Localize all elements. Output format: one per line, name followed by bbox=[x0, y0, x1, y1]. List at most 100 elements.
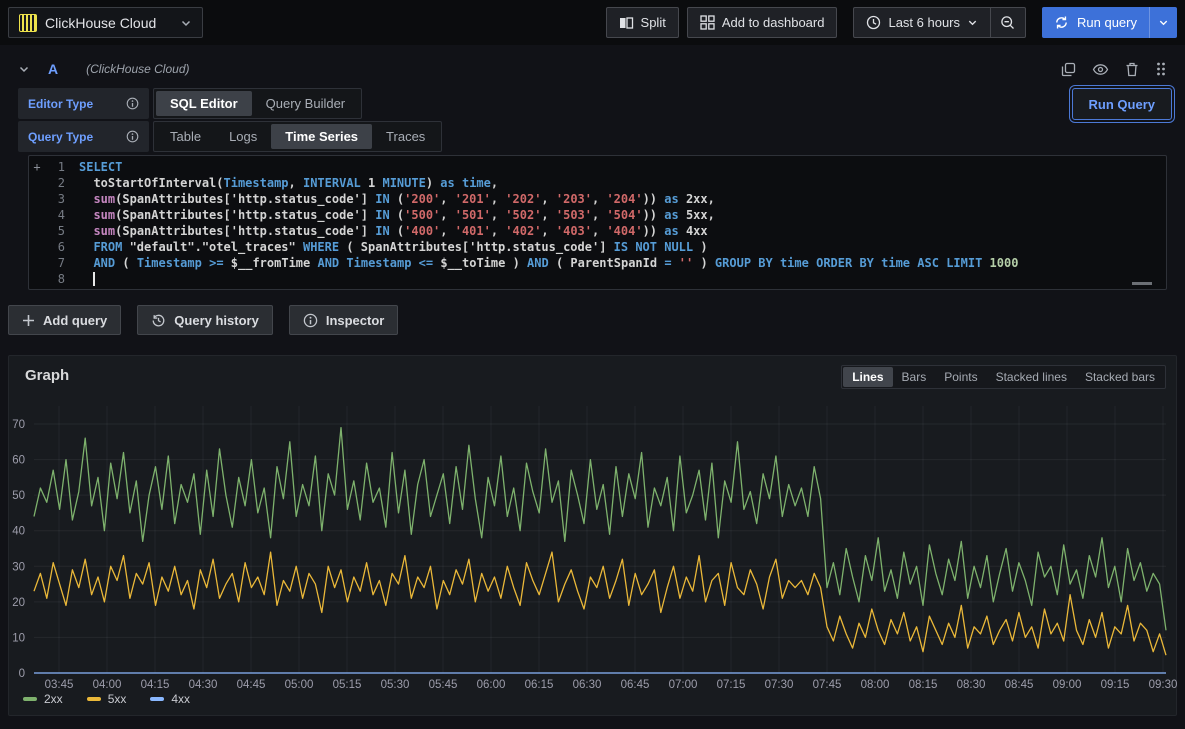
graph-legend: 2xx 5xx 4xx bbox=[23, 692, 190, 706]
svg-text:08:30: 08:30 bbox=[957, 679, 986, 691]
query-type-options: TableLogsTime SeriesTraces bbox=[153, 121, 442, 152]
graph-mode-points[interactable]: Points bbox=[935, 367, 986, 387]
svg-text:07:30: 07:30 bbox=[765, 679, 794, 691]
datasource-label: ClickHouse Cloud bbox=[45, 15, 172, 31]
series-line-5xx bbox=[34, 552, 1166, 655]
drag-handle[interactable] bbox=[1153, 59, 1169, 79]
sql-line: 7 AND ( Timestamp >= $__fromTime AND Tim… bbox=[29, 255, 1166, 271]
editor-type-options: SQL EditorQuery Builder bbox=[153, 88, 362, 119]
svg-text:06:45: 06:45 bbox=[621, 679, 650, 691]
query-ref-id[interactable]: A bbox=[48, 61, 58, 77]
split-button[interactable]: Split bbox=[606, 7, 679, 38]
split-icon bbox=[619, 16, 634, 30]
svg-text:09:30: 09:30 bbox=[1149, 679, 1178, 691]
hide-query-button[interactable] bbox=[1090, 60, 1111, 79]
chevron-down-icon bbox=[1158, 17, 1169, 28]
clickhouse-logo-icon bbox=[19, 14, 37, 32]
svg-text:06:30: 06:30 bbox=[573, 679, 602, 691]
info-icon bbox=[303, 313, 318, 328]
svg-text:04:45: 04:45 bbox=[237, 679, 266, 691]
legend-swatch bbox=[87, 697, 101, 701]
svg-text:03:45: 03:45 bbox=[45, 679, 74, 691]
line-number: 3 bbox=[45, 191, 65, 207]
svg-text:04:00: 04:00 bbox=[93, 679, 122, 691]
legend-label: 5xx bbox=[108, 692, 127, 706]
svg-text:04:30: 04:30 bbox=[189, 679, 218, 691]
editor-type-label: Editor Type bbox=[18, 88, 149, 119]
collapse-query-button[interactable] bbox=[8, 63, 38, 75]
legend-label: 4xx bbox=[171, 692, 190, 706]
svg-text:20: 20 bbox=[12, 597, 25, 609]
svg-text:05:15: 05:15 bbox=[333, 679, 362, 691]
query-history-label: Query history bbox=[174, 313, 259, 328]
line-number: 4 bbox=[45, 207, 65, 223]
svg-text:70: 70 bbox=[12, 419, 25, 431]
datasource-picker[interactable]: ClickHouse Cloud bbox=[8, 7, 203, 38]
top-toolbar: ClickHouse Cloud Split Add to dashboard … bbox=[0, 0, 1185, 45]
series-line-2xx bbox=[34, 428, 1166, 631]
plus-icon bbox=[22, 314, 35, 327]
line-number: 2 bbox=[45, 175, 65, 191]
run-query-dropdown-button[interactable] bbox=[1149, 7, 1177, 38]
time-range-picker[interactable]: Last 6 hours bbox=[853, 7, 991, 38]
sql-line: 2 toStartOfInterval(Timestamp, INTERVAL … bbox=[29, 175, 1166, 191]
svg-text:05:30: 05:30 bbox=[381, 679, 410, 691]
run-query-button[interactable]: Run query bbox=[1042, 7, 1149, 38]
info-icon[interactable] bbox=[126, 130, 139, 143]
add-line-icon[interactable]: + bbox=[29, 159, 45, 175]
graph-mode-bars[interactable]: Bars bbox=[893, 367, 936, 387]
editor-type-option-query-builder[interactable]: Query Builder bbox=[252, 91, 359, 116]
query-type-option-traces[interactable]: Traces bbox=[372, 124, 439, 149]
graph-canvas[interactable]: 03:4504:0004:1504:3004:4505:0005:1505:30… bbox=[9, 356, 1178, 717]
query-datasource-hint: (ClickHouse Cloud) bbox=[86, 62, 189, 76]
sql-editor[interactable]: +1SELECT2 toStartOfInterval(Timestamp, I… bbox=[28, 155, 1167, 290]
svg-text:50: 50 bbox=[12, 490, 25, 502]
query-type-option-table[interactable]: Table bbox=[156, 124, 215, 149]
add-to-dashboard-button[interactable]: Add to dashboard bbox=[687, 7, 838, 38]
svg-text:08:45: 08:45 bbox=[1005, 679, 1034, 691]
legend-item-4xx[interactable]: 4xx bbox=[150, 692, 190, 706]
sql-line: 5 sum(SpanAttributes['http.status_code']… bbox=[29, 223, 1166, 239]
svg-text:08:15: 08:15 bbox=[909, 679, 938, 691]
text-cursor bbox=[93, 272, 95, 286]
remove-query-button[interactable] bbox=[1123, 60, 1141, 79]
chevron-down-icon bbox=[967, 17, 978, 28]
add-query-label: Add query bbox=[43, 313, 107, 328]
add-to-dashboard-label: Add to dashboard bbox=[722, 15, 825, 30]
run-query-editor-button[interactable]: Run Query bbox=[1072, 88, 1172, 120]
legend-label: 2xx bbox=[44, 692, 63, 706]
sql-line: 6 FROM "default"."otel_traces" WHERE ( S… bbox=[29, 239, 1166, 255]
query-type-option-logs[interactable]: Logs bbox=[215, 124, 271, 149]
graph-mode-stacked-lines[interactable]: Stacked lines bbox=[987, 367, 1076, 387]
legend-item-5xx[interactable]: 5xx bbox=[87, 692, 127, 706]
run-query-label: Run query bbox=[1077, 15, 1137, 30]
copy-icon bbox=[1061, 62, 1076, 77]
query-history-button[interactable]: Query history bbox=[137, 305, 273, 335]
svg-text:06:15: 06:15 bbox=[525, 679, 554, 691]
add-query-button[interactable]: Add query bbox=[8, 305, 121, 335]
info-icon[interactable] bbox=[126, 97, 139, 110]
duplicate-query-button[interactable] bbox=[1059, 60, 1078, 79]
legend-item-2xx[interactable]: 2xx bbox=[23, 692, 63, 706]
svg-text:09:15: 09:15 bbox=[1101, 679, 1130, 691]
sql-line: 8 bbox=[29, 271, 1166, 287]
graph-mode-toggle: LinesBarsPointsStacked linesStacked bars bbox=[841, 365, 1166, 389]
editor-type-option-sql-editor[interactable]: SQL Editor bbox=[156, 91, 252, 116]
query-type-label-text: Query Type bbox=[28, 130, 93, 144]
svg-text:05:45: 05:45 bbox=[429, 679, 458, 691]
svg-text:09:00: 09:00 bbox=[1053, 679, 1082, 691]
svg-text:04:15: 04:15 bbox=[141, 679, 170, 691]
graph-mode-stacked-bars[interactable]: Stacked bars bbox=[1076, 367, 1164, 387]
svg-text:07:15: 07:15 bbox=[717, 679, 746, 691]
grip-dots-icon bbox=[1155, 61, 1167, 77]
query-type-option-time-series[interactable]: Time Series bbox=[271, 124, 372, 149]
graph-mode-lines[interactable]: Lines bbox=[843, 367, 892, 387]
horizontal-scrollbar[interactable] bbox=[1132, 282, 1152, 285]
svg-text:07:00: 07:00 bbox=[669, 679, 698, 691]
split-label: Split bbox=[641, 15, 666, 30]
legend-swatch bbox=[150, 697, 164, 701]
dashboard-grid-icon bbox=[700, 15, 715, 30]
inspector-button[interactable]: Inspector bbox=[289, 305, 399, 335]
zoom-out-time-button[interactable] bbox=[991, 7, 1026, 38]
svg-text:40: 40 bbox=[12, 526, 25, 538]
